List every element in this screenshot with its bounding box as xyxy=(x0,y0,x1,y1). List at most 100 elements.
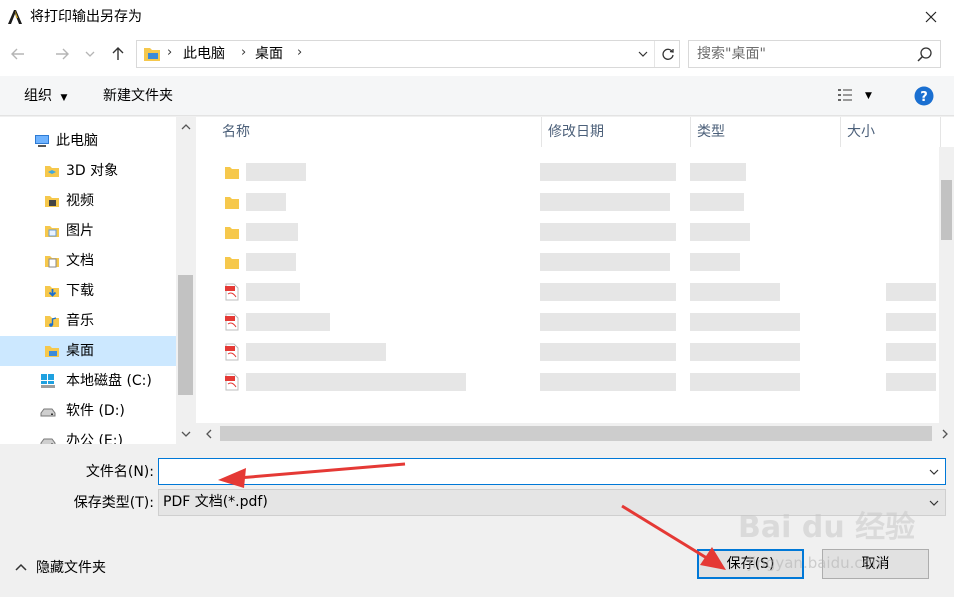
table-row[interactable] xyxy=(196,339,941,365)
sidebar-item-label: 文档 xyxy=(66,253,94,269)
pixelated-text xyxy=(246,163,306,181)
new-folder-button[interactable]: 新建文件夹 xyxy=(103,86,173,106)
pixelated-text xyxy=(540,313,676,331)
caret-down-icon: ▼ xyxy=(865,91,872,101)
filename-input[interactable] xyxy=(163,462,913,481)
filename-combobox[interactable] xyxy=(158,458,946,485)
column-header-type[interactable]: 类型 xyxy=(691,117,841,147)
column-header-size[interactable]: 大小 xyxy=(841,117,941,147)
table-row[interactable] xyxy=(196,309,941,335)
scroll-up-button[interactable] xyxy=(176,117,195,137)
sidebar-item-pictures[interactable]: 图片 xyxy=(0,216,176,246)
view-dropdown-button[interactable]: ▼ xyxy=(865,86,879,106)
sidebar-item-label: 下载 xyxy=(66,283,94,299)
sidebar-item-drive-e[interactable]: 办公 (E:) xyxy=(0,426,176,444)
table-row[interactable] xyxy=(196,369,941,395)
table-row[interactable] xyxy=(196,279,941,305)
scroll-right-button[interactable] xyxy=(936,425,953,442)
sidebar-item-3d-objects[interactable]: 3D 对象 xyxy=(0,156,176,186)
sidebar-item-label: 视频 xyxy=(66,193,94,209)
breadcrumb-this-pc[interactable]: 此电脑 xyxy=(183,45,225,63)
search-icon[interactable] xyxy=(915,45,935,65)
app-icon xyxy=(6,8,24,26)
sidebar-item-drive-d[interactable]: 软件 (D:) xyxy=(0,396,176,426)
sidebar-item-music[interactable]: 音乐 xyxy=(0,306,176,336)
sidebar-scrollbar[interactable] xyxy=(176,117,195,444)
address-bar[interactable]: › 此电脑 › 桌面 › xyxy=(136,40,680,68)
folder-icon xyxy=(225,197,239,209)
scrollbar-thumb[interactable] xyxy=(178,275,193,395)
filename-dropdown-button[interactable] xyxy=(923,459,945,484)
downloads-folder-icon xyxy=(45,286,59,297)
forward-button[interactable] xyxy=(50,42,74,66)
pixelated-text xyxy=(246,193,286,211)
chevron-left-icon xyxy=(205,429,211,438)
refresh-button[interactable] xyxy=(654,41,680,67)
sidebar-item-label: 软件 (D:) xyxy=(66,403,125,419)
chevron-down-icon xyxy=(929,500,939,506)
pixelated-text xyxy=(540,283,676,301)
pixelated-text xyxy=(246,223,298,241)
chevron-down-icon xyxy=(181,431,190,437)
table-row[interactable] xyxy=(196,219,941,245)
column-header-name[interactable]: 名称 xyxy=(216,117,542,147)
view-options-icon[interactable] xyxy=(836,86,856,106)
pixelated-text xyxy=(246,313,330,331)
pixelated-text xyxy=(540,253,670,271)
search-input[interactable] xyxy=(695,44,910,64)
sidebar-item-label: 3D 对象 xyxy=(66,163,119,179)
pixelated-text xyxy=(540,373,676,391)
pdf-file-icon xyxy=(225,283,239,301)
sidebar-item-documents[interactable]: 文档 xyxy=(0,246,176,276)
folder-icon xyxy=(225,227,239,239)
breadcrumb-desktop[interactable]: 桌面 xyxy=(255,45,283,63)
search-box[interactable] xyxy=(688,40,941,68)
pdf-file-icon xyxy=(225,343,239,361)
scrollbar-thumb[interactable] xyxy=(220,426,932,441)
cancel-button[interactable]: 取消 xyxy=(822,549,929,579)
table-row[interactable] xyxy=(196,249,941,275)
filetype-select[interactable]: PDF 文档(*.pdf) xyxy=(158,489,946,516)
scroll-down-button[interactable] xyxy=(176,424,195,444)
pixelated-text xyxy=(690,193,744,211)
filename-label: 文件名(N): xyxy=(85,464,154,480)
back-button[interactable] xyxy=(6,42,30,66)
pixelated-text xyxy=(540,343,676,361)
drive-icon xyxy=(40,438,56,444)
file-list: 名称 修改日期 类型 大小 xyxy=(196,117,954,444)
sidebar-item-label: 音乐 xyxy=(66,313,94,329)
table-row[interactable] xyxy=(196,189,941,215)
sidebar-item-local-disk-c[interactable]: 本地磁盘 (C:) xyxy=(0,366,176,396)
address-dropdown-button[interactable] xyxy=(632,41,654,67)
scroll-left-button[interactable] xyxy=(200,425,217,442)
sidebar-item-label: 本地磁盘 (C:) xyxy=(66,373,152,389)
help-icon[interactable]: ? xyxy=(914,86,934,106)
close-button[interactable] xyxy=(908,0,954,34)
save-button[interactable]: 保存(S) xyxy=(697,549,804,579)
up-button[interactable] xyxy=(106,42,130,66)
column-header-date[interactable]: 修改日期 xyxy=(542,117,691,147)
chevron-right-icon xyxy=(942,429,948,438)
chevron-down-icon xyxy=(85,51,95,57)
pixelated-text xyxy=(246,253,296,271)
title-bar xyxy=(0,0,954,34)
sidebar-item-downloads[interactable]: 下载 xyxy=(0,276,176,306)
organize-button[interactable]: 组织 ▼ xyxy=(24,86,67,108)
table-row[interactable] xyxy=(196,159,941,185)
folder-icon xyxy=(225,167,239,179)
sidebar-item-this-pc[interactable]: 此电脑 xyxy=(0,126,176,156)
pixelated-text xyxy=(886,343,936,361)
desktop-folder-icon xyxy=(45,346,59,357)
music-folder-icon xyxy=(45,316,59,327)
window-title: 将打印输出另存为 xyxy=(30,9,142,25)
folder-icon xyxy=(225,257,239,269)
sidebar-item-desktop[interactable]: 桌面 xyxy=(0,336,176,366)
filetype-label: 保存类型(T): xyxy=(73,495,154,511)
file-list-horizontal-scrollbar[interactable] xyxy=(196,423,954,444)
scrollbar-thumb[interactable] xyxy=(941,180,952,240)
pixelated-text xyxy=(886,283,936,301)
pixelated-text xyxy=(690,313,800,331)
filetype-dropdown-button[interactable] xyxy=(923,490,945,515)
recent-locations-button[interactable] xyxy=(82,42,98,66)
sidebar-item-videos[interactable]: 视频 xyxy=(0,186,176,216)
